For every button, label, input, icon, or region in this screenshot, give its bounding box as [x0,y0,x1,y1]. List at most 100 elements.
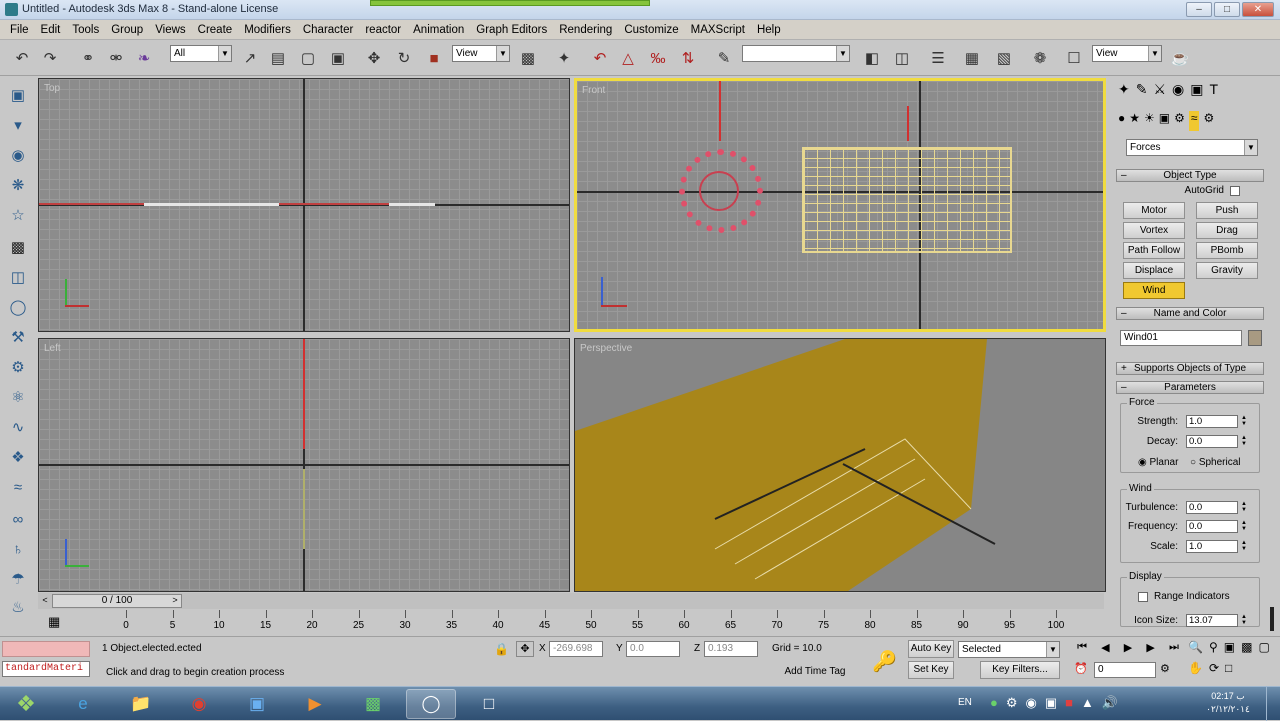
scale-icon[interactable]: ■ [422,46,446,70]
time-slider[interactable]: < 0 / 100 > [38,593,1104,609]
create-panel-icon[interactable]: ✦ [1118,81,1130,101]
viewport-label-front[interactable]: Front [582,85,605,96]
play-icon[interactable]: ▶ [1124,641,1132,657]
start-button-icon[interactable]: ❖ [4,689,48,719]
time-config-icon[interactable]: ⚙ [1160,662,1170,675]
pbomb-button[interactable]: PBomb [1196,242,1258,259]
supports-objects-rollout[interactable]: + Supports Objects of Type [1116,362,1264,375]
angle-snap-icon[interactable]: △ [616,46,640,70]
space-warps-icon[interactable]: ≈ [1188,111,1200,131]
frequency-spinner[interactable]: 0.0 ▲ ▼ [1186,520,1247,533]
strength-spinner[interactable]: 1.0 ▲ ▼ [1186,415,1247,428]
rectangular-selection-icon[interactable]: ▢ [296,46,320,70]
spinner-snap-icon[interactable]: ⇅ [676,46,700,70]
viewport-label-left[interactable]: Left [44,343,61,354]
chrome-icon[interactable]: ◉ [174,689,224,719]
maxscript-mini-field[interactable]: tandardMateri [2,661,90,677]
modify-panel-icon[interactable]: ✎ [1136,81,1148,101]
set-key-icon[interactable]: 🔑 [872,649,897,674]
track-bar[interactable]: ▦ 0 5 10 15 20 25 30 35 40 45 50 55 60 65 70 75 80 85 90 95… [38,610,1104,636]
menu-reactor[interactable]: reactor [359,24,407,36]
checker-icon[interactable]: ▩ [7,237,29,259]
select-manipulate-icon[interactable]: ✦ [552,46,576,70]
select-object-icon[interactable]: ↗ [238,46,262,70]
viewport-front[interactable]: Front [574,78,1106,332]
layer-manager-icon[interactable]: ☰ [926,46,950,70]
geometry-icon[interactable]: ● [1118,111,1125,131]
current-frame-field[interactable]: 0 [1094,662,1156,678]
percent-snap-icon[interactable]: ‰ [646,46,670,70]
range-indicators-checkbox[interactable] [1138,592,1148,602]
menu-create[interactable]: Create [192,24,239,36]
menu-graph-editors[interactable]: Graph Editors [470,24,553,36]
display-panel-icon[interactable]: ▣ [1190,81,1203,101]
undo-icon[interactable]: ↶ [10,46,34,70]
toy-car-icon[interactable]: ♨ [7,597,29,619]
particles-icon[interactable]: ❖ [7,447,29,469]
next-frame-icon[interactable]: ▶ [1146,641,1154,657]
internet-explorer-icon[interactable]: e [58,689,108,719]
hierarchy-icon[interactable]: ◉ [7,145,29,167]
zoom-extents-icon[interactable]: ▣ [1224,640,1235,659]
menu-tools[interactable]: Tools [66,24,105,36]
minimize-button[interactable]: – [1186,2,1212,17]
go-to-end-icon[interactable]: ⏭ [1169,641,1179,657]
pivot-center-icon[interactable]: ▩ [516,46,540,70]
go-to-start-icon[interactable]: ⏮ [1077,641,1087,657]
rope-icon[interactable]: ∞ [7,509,29,531]
utilities-panel-icon[interactable]: T [1209,81,1218,101]
window-app-icon[interactable]: □ [464,689,514,719]
link-icon[interactable]: ⚭ [76,46,100,70]
schematic-view-icon[interactable]: ▧ [992,46,1016,70]
tray-app-icon-3[interactable]: ◉ [1026,695,1037,711]
cameras-icon[interactable]: ▣ [1159,111,1170,131]
scale-spinner[interactable]: 1.0 ▲ ▼ [1186,540,1247,553]
tray-app-icon-4[interactable]: ▣ [1045,695,1057,711]
absolute-mode-icon[interactable]: ✥ [516,641,534,657]
quick-render-icon[interactable]: ☕ [1168,46,1192,70]
redo-icon[interactable]: ↷ [38,46,62,70]
tray-app-icon-5[interactable]: ■ [1065,695,1073,711]
key-mode-dropdown[interactable]: Selected ▼ [958,641,1060,658]
zoom-extents-all-icon[interactable]: ▩ [1241,640,1252,659]
autogrid-checkbox[interactable] [1230,186,1240,196]
close-button[interactable]: ✕ [1242,2,1274,17]
viewport-label-perspective[interactable]: Perspective [580,343,632,354]
hinge-icon[interactable]: ♄ [7,539,29,561]
zoom-icon[interactable]: 🔍 [1188,640,1203,659]
gear-icon[interactable]: ⚙ [7,357,29,379]
snap-toggle-icon[interactable]: ↶ [588,46,612,70]
set-key-button[interactable]: Set Key [908,661,954,679]
select-by-name-icon[interactable]: ▤ [266,46,290,70]
hierarchy-panel-icon[interactable]: ⚔ [1153,81,1166,101]
menu-modifiers[interactable]: Modifiers [238,24,297,36]
modify-tab-icon[interactable]: ▾ [7,115,29,137]
tray-app-icon-2[interactable]: ⚙ [1006,695,1018,711]
mini-curve-editor-icon[interactable]: ▦ [48,614,68,630]
star-icon[interactable]: ☆ [7,205,29,227]
menu-rendering[interactable]: Rendering [553,24,618,36]
cloth-icon[interactable]: ≈ [7,477,29,499]
decay-spinner[interactable]: 0.0 ▲ ▼ [1186,435,1247,448]
viewport-label-top[interactable]: Top [44,83,60,94]
key-filters-button[interactable]: Key Filters... [980,661,1060,679]
panel-scrollbar[interactable] [1270,607,1274,631]
menu-animation[interactable]: Animation [407,24,470,36]
cylinder-icon[interactable]: ◫ [7,267,29,289]
unlink-icon[interactable]: ⚮ [104,46,128,70]
region-zoom-icon[interactable]: ▢ [1258,640,1269,659]
object-type-rollout[interactable]: – Object Type [1116,169,1264,182]
menu-file[interactable]: File [4,24,35,36]
motor-button[interactable]: Motor [1123,202,1185,219]
menu-group[interactable]: Group [105,24,149,36]
maxscript-listener[interactable] [2,641,90,657]
spacewarp-icon[interactable]: ∿ [7,417,29,439]
show-desktop-button[interactable] [1266,687,1280,721]
helpers-icon[interactable]: ⚙ [1174,111,1185,131]
shapes-icon[interactable]: ★ [1129,111,1140,131]
turbulence-spinner[interactable]: 0.0 ▲ ▼ [1186,501,1247,514]
lights-icon[interactable]: ☀ [1144,111,1155,131]
helper-icon[interactable]: ⚛ [7,387,29,409]
name-color-rollout[interactable]: – Name and Color [1116,307,1264,320]
plane-object-wireframe[interactable] [802,147,1012,253]
